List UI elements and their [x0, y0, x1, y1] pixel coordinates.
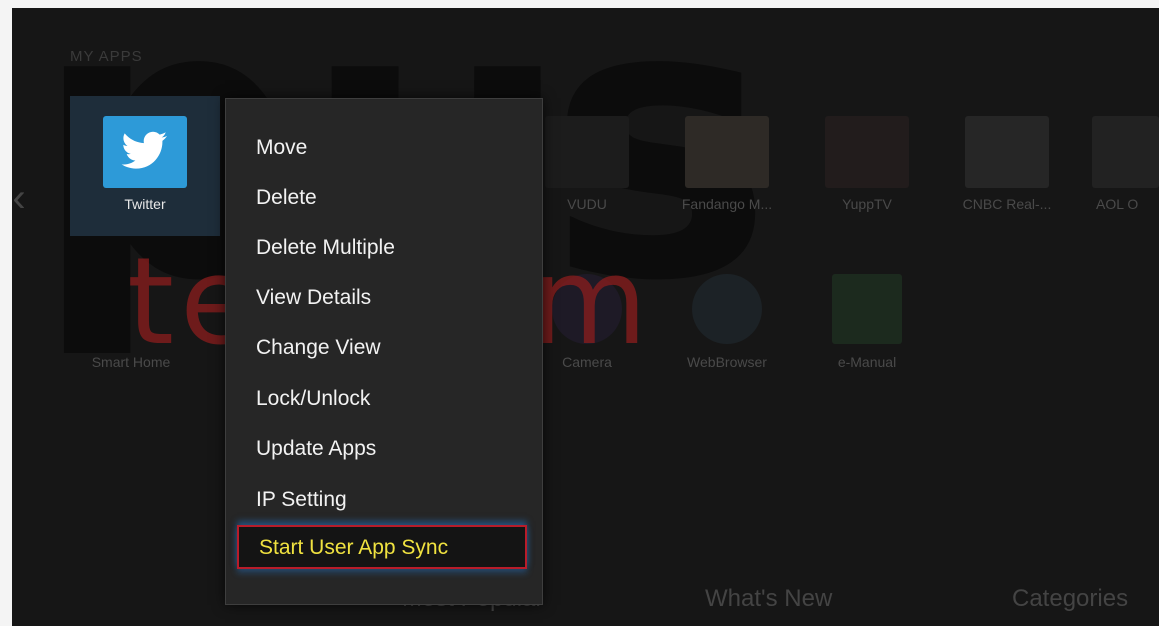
menu-item-lock-unlock[interactable]: Lock/Unlock	[256, 379, 370, 419]
smart-home-icon	[89, 274, 173, 346]
section-title: MY APPS	[70, 48, 143, 65]
app-label: Fandango M...	[681, 196, 773, 212]
app-tile-web-browser[interactable]: WebBrowser	[652, 254, 802, 394]
app-label: Twitter	[124, 196, 166, 212]
menu-item-delete[interactable]: Delete	[256, 178, 317, 218]
menu-item-update-apps[interactable]: Update Apps	[256, 429, 376, 469]
menu-item-change-view[interactable]: Change View	[256, 328, 381, 368]
app-tile-fandango[interactable]: Fandango M...	[652, 96, 802, 236]
app-label: Smart Home	[91, 354, 171, 370]
app-tile-cnbc[interactable]: CNBC Real-...	[932, 96, 1082, 236]
menu-item-start-user-app-sync[interactable]: Start User App Sync	[237, 525, 527, 569]
context-menu: Move Delete Delete Multiple View Details…	[225, 98, 543, 605]
web-browser-icon	[692, 274, 762, 344]
tab-categories[interactable]: Categories	[1012, 585, 1128, 613]
tab-whats-new[interactable]: What's New	[705, 585, 832, 613]
menu-item-ip-setting[interactable]: IP Setting	[256, 480, 347, 520]
menu-item-delete-multiple[interactable]: Delete Multiple	[256, 228, 395, 268]
app-label: e-Manual	[837, 354, 897, 370]
app-tile-smart-home[interactable]: Smart Home	[56, 254, 206, 394]
app-label: AOL O	[1096, 196, 1139, 212]
app-label: CNBC Real-...	[962, 196, 1052, 212]
app-tile-e-manual[interactable]: e-Manual	[792, 254, 942, 394]
fandango-icon	[685, 116, 769, 188]
e-manual-icon	[832, 274, 902, 344]
app-label: YuppTV	[842, 196, 892, 212]
vudu-icon	[545, 116, 629, 188]
app-label: WebBrowser	[687, 354, 767, 370]
app-tile-twitter[interactable]: Twitter	[70, 96, 220, 236]
app-tile-aol[interactable]: AOL O	[1072, 96, 1159, 236]
yupptv-icon	[825, 116, 909, 188]
menu-item-move[interactable]: Move	[256, 128, 307, 168]
camera-icon	[552, 274, 622, 344]
menu-item-view-details[interactable]: View Details	[256, 278, 371, 318]
chevron-left-icon[interactable]: ‹	[12, 158, 26, 238]
app-tile-yupptv[interactable]: YuppTV	[792, 96, 942, 236]
tv-screen: p u s MY APPS ‹ Twitter VUDU Fandango M.…	[12, 8, 1159, 626]
aol-icon	[1092, 116, 1159, 188]
twitter-icon	[103, 116, 187, 188]
cnbc-icon	[965, 116, 1049, 188]
